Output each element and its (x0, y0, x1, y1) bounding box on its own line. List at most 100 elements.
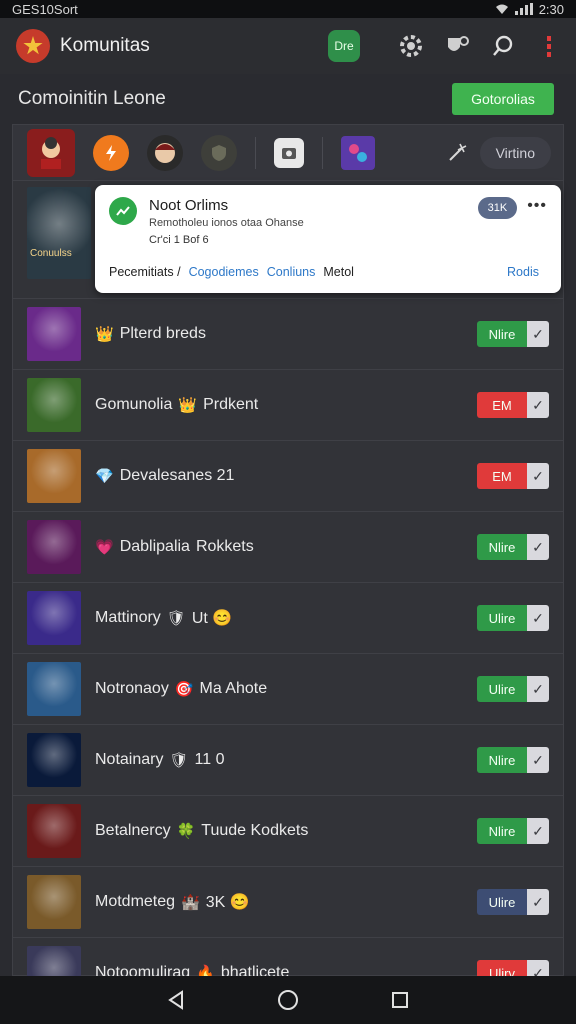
notification-link-2[interactable]: Conliuns (267, 265, 316, 279)
app-bar: Komunitas Dre (0, 18, 576, 74)
membership-toggle[interactable]: Nlire ✓ (477, 321, 549, 347)
notification-card[interactable]: Noot Orlims Remotholeu ionos otaa Ohanse… (95, 185, 561, 293)
game-thumbnail: Conuulss (27, 187, 91, 279)
filter-divider-2 (322, 136, 323, 169)
gear-icon[interactable] (394, 29, 428, 63)
community-tag: 11 0 (194, 751, 225, 768)
membership-toggle[interactable]: Ulire ✓ (477, 889, 549, 915)
membership-toggle[interactable]: Nlire ✓ (477, 818, 549, 844)
search-icon[interactable] (486, 29, 520, 63)
membership-toggle[interactable]: EM ✓ (477, 463, 549, 489)
game-thumbnail (27, 875, 81, 929)
toggle-label: Nlire (477, 534, 527, 560)
notification-count-badge: 31K (477, 197, 518, 219)
community-badge-icon: 🛡 (166, 609, 186, 627)
game-thumbnail (27, 804, 81, 858)
toggle-label: EM (477, 463, 527, 489)
list-item[interactable]: Mattinory 🛡 Ut 😊 Ulire ✓ (13, 583, 563, 654)
community-badge-icon: 🏰 (181, 893, 200, 911)
notification-title: Noot Orlims (149, 197, 229, 214)
toggle-label: Ulire (477, 605, 527, 631)
badge-icon[interactable] (440, 29, 474, 63)
list-item[interactable]: 💗 Dablipalia Rokkets Nlire ✓ (13, 512, 563, 583)
membership-toggle[interactable]: EM ✓ (477, 392, 549, 418)
list-item[interactable]: Notronaoy 🎯 Ma Ahote Ulire ✓ (13, 654, 563, 725)
community-name: Mattinory (95, 609, 161, 626)
community-name: Dablipalia (119, 538, 190, 555)
notification-link-1[interactable]: Cogodiemes (189, 265, 259, 279)
list-item[interactable]: Betalnercy 🍀 Tuude Kodkets Nlire ✓ (13, 796, 563, 867)
membership-toggle[interactable]: Nlire ✓ (477, 534, 549, 560)
game-thumbnail (27, 733, 81, 787)
home-icon[interactable] (268, 980, 308, 1020)
community-tag: Ma Ahote (199, 680, 268, 697)
list-item[interactable]: 👑 Plterd breds Nlire ✓ (13, 299, 563, 370)
game-thumbnail (27, 378, 81, 432)
check-icon[interactable]: ✓ (527, 392, 549, 418)
membership-toggle[interactable]: Nlire ✓ (477, 747, 549, 773)
community-name: Betalnercy (95, 822, 171, 839)
community-list: Conuulss Noot Orlims Remotholeu ionos ot… (13, 181, 563, 1009)
community-badge-icon: 👑 (178, 396, 198, 414)
trend-icon (109, 197, 137, 225)
filter-dropdown[interactable]: Virtino (479, 136, 551, 169)
list-item[interactable]: 💎 Devalesanes 21 EM ✓ (13, 441, 563, 512)
bolt-filter-chip[interactable] (93, 134, 129, 171)
status-carrier: GES10Sort (12, 1, 78, 17)
list-item[interactable]: Notainary 🛡 11 0 Nlire ✓ (13, 725, 563, 796)
status-bar: GES10Sort 2:30 (0, 0, 576, 18)
community-tag: Ut 😊 (191, 610, 233, 627)
avatar-filter-chip[interactable] (27, 128, 75, 177)
community-name: Notainary (95, 751, 164, 768)
community-badge-icon: 👑 (95, 325, 114, 343)
more-options-icon[interactable]: ••• (527, 197, 547, 215)
character-filter-chip[interactable] (147, 134, 183, 171)
list-item[interactable]: Gomunolia 👑 Prdkent EM ✓ (13, 370, 563, 441)
community-tag: Prdkent (203, 396, 259, 413)
recents-icon[interactable] (380, 980, 420, 1020)
community-name: Notronaoy (95, 680, 169, 697)
back-icon[interactable] (156, 980, 196, 1020)
more-icon[interactable] (532, 29, 566, 63)
check-icon[interactable]: ✓ (527, 534, 549, 560)
app-logo (16, 29, 50, 63)
shield-filter-chip[interactable] (201, 134, 237, 171)
community-name: Devalesanes 21 (119, 467, 235, 484)
community-badge-icon: 💎 (95, 467, 114, 485)
primary-action-button[interactable]: Gotorolias (452, 83, 554, 115)
filter-bar: Virtino (13, 125, 563, 181)
toggle-label: EM (477, 392, 527, 418)
notification-action[interactable]: Rodis (507, 265, 539, 279)
list-item[interactable]: Conuulss Noot Orlims Remotholeu ionos ot… (13, 181, 563, 299)
community-badge-icon: 🛡 (169, 751, 189, 769)
game-thumbnail (27, 662, 81, 716)
toggle-label: Ulire (477, 676, 527, 702)
wifi-icon (495, 4, 508, 14)
check-icon[interactable]: ✓ (527, 676, 549, 702)
notification-subtitle: Remotholeu ionos otaa Ohanse (149, 217, 304, 229)
check-icon[interactable]: ✓ (527, 818, 549, 844)
toggle-label: Nlire (477, 818, 527, 844)
system-nav-bar (0, 976, 576, 1024)
wand-icon[interactable] (446, 142, 468, 164)
game-filter-chip[interactable] (341, 135, 375, 170)
check-icon[interactable]: ✓ (527, 747, 549, 773)
page-header: Comoinitin Leone Gotorolias (0, 74, 576, 124)
membership-toggle[interactable]: Ulire ✓ (477, 605, 549, 631)
game-thumbnail (27, 307, 81, 361)
toggle-label: Nlire (477, 321, 527, 347)
membership-toggle[interactable]: Ulire ✓ (477, 676, 549, 702)
check-icon[interactable]: ✓ (527, 605, 549, 631)
community-badge-icon: 💗 (95, 538, 114, 556)
list-item[interactable]: Motdmeteg 🏰 3K 😊 Ulire ✓ (13, 867, 563, 938)
online-chip[interactable]: Dre (328, 30, 360, 62)
check-icon[interactable]: ✓ (527, 321, 549, 347)
camera-filter-chip[interactable] (274, 137, 304, 168)
signal-icon (514, 3, 533, 15)
filter-divider (255, 136, 256, 169)
check-icon[interactable]: ✓ (527, 889, 549, 915)
check-icon[interactable]: ✓ (527, 463, 549, 489)
toggle-label: Ulire (477, 889, 527, 915)
game-thumbnail (27, 449, 81, 503)
notification-prefix: Pecemitiats / (109, 265, 181, 279)
